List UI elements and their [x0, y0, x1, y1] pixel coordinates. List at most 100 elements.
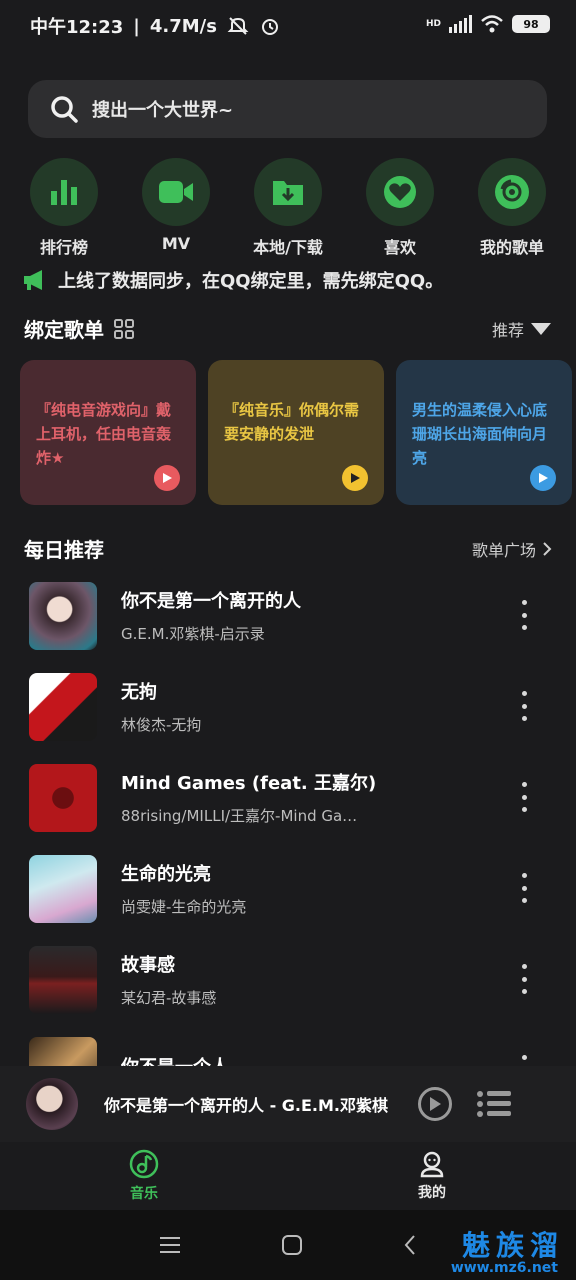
network-type: HD [425, 19, 441, 29]
album-cover [29, 854, 97, 923]
signal-icon [449, 15, 472, 33]
quick-nav-label: 排行榜 [39, 238, 88, 257]
album-cover [29, 672, 97, 741]
quick-nav-mv[interactable]: MV [126, 158, 226, 258]
more-icon[interactable] [516, 1055, 532, 1066]
watermark-url: www.mz6.net [450, 1260, 558, 1276]
play-icon [430, 1097, 441, 1111]
tab-label: 我的 [418, 1185, 446, 1201]
song-row[interactable]: 故事感某幻君-故事感 [0, 934, 576, 1025]
more-icon[interactable] [516, 782, 532, 812]
quick-nav-label: MV [161, 234, 191, 253]
song-title: Mind Games (feat. 王嘉尔) [121, 773, 377, 794]
grid-icon[interactable] [114, 318, 134, 339]
chevron-right-icon [543, 541, 552, 556]
song-artist: 林俊杰-无拘 [121, 716, 202, 734]
quick-nav-local[interactable]: 本地/下载 [238, 158, 338, 258]
user-icon [420, 1151, 444, 1178]
search-icon [51, 96, 78, 123]
bottom-tab-bar: 音乐 我的 [0, 1142, 576, 1210]
song-row[interactable]: 生命的光亮尚雯婕-生命的光亮 [0, 843, 576, 934]
heart-icon [366, 158, 434, 226]
song-row[interactable]: 你不是第一个离开的人 G.E.M.邓紫棋-启示录 [0, 570, 576, 661]
song-title: 无拘 [121, 682, 157, 703]
section-title: 绑定歌单 [24, 318, 104, 342]
play-icon[interactable] [530, 465, 556, 491]
home-icon[interactable] [281, 1234, 303, 1256]
status-divider: | [133, 15, 140, 37]
sort-label: 推荐 [491, 320, 524, 340]
mini-player[interactable]: 你不是第一个离开的人 - G.E.M.邓紫棋 [0, 1066, 576, 1142]
daily-header: 每日推荐 歌单广场 [24, 534, 552, 563]
more-icon[interactable] [516, 873, 532, 903]
back-icon[interactable] [403, 1234, 417, 1256]
play-icon[interactable] [154, 465, 180, 491]
album-cover [29, 945, 97, 1014]
song-row[interactable]: Mind Games (feat. 王嘉尔) 88rising/MILLI/王嘉尔… [0, 752, 576, 843]
album-cover [29, 1036, 97, 1066]
song-artist: 某幻君-故事感 [121, 989, 217, 1007]
tab-label: 音乐 [130, 1186, 158, 1202]
song-title: 生命的光亮 [121, 864, 211, 885]
triangle-down-icon [531, 322, 551, 335]
playlist-card[interactable]: 『纯音乐』你偶尔需要安静的发泄 [208, 360, 384, 505]
wifi-icon [481, 15, 503, 33]
more-icon[interactable] [516, 600, 532, 630]
song-artist: G.E.M.邓紫棋-启示录 [121, 625, 265, 643]
quick-nav-my-playlists[interactable]: 我的歌单 [462, 158, 562, 258]
song-artist: 88rising/MILLI/王嘉尔-Mind Ga… [121, 807, 358, 825]
album-cover [29, 581, 97, 650]
song-row[interactable]: 无拘林俊杰-无拘 [0, 661, 576, 752]
tab-mine[interactable]: 我的 [288, 1142, 576, 1210]
song-title: 故事感 [121, 955, 175, 976]
chart-icon [30, 158, 98, 226]
folder-download-icon [254, 158, 322, 226]
tab-music[interactable]: 音乐 [0, 1142, 288, 1210]
album-cover [29, 763, 97, 832]
quick-nav-label: 喜欢 [383, 238, 416, 257]
video-icon [142, 158, 210, 226]
playlist-card-title: 『纯电音游戏向』戴上耳机，任由电音轰炸★ [36, 401, 172, 467]
alarm-icon [261, 19, 278, 35]
now-playing-cover[interactable] [26, 1078, 78, 1130]
megaphone-icon [24, 270, 42, 290]
playlist-card[interactable]: 男生的温柔侵入心底 珊瑚长出海面伸向月亮 [396, 360, 572, 505]
status-bar: 中午12:23 | 4.7M/s HD 98 [0, 0, 576, 52]
playlist-card-title: 男生的温柔侵入心底 珊瑚长出海面伸向月亮 [412, 401, 548, 467]
music-note-icon [129, 1149, 159, 1179]
status-time: 中午12:23 [30, 17, 124, 38]
watermark: 魅族溜 [461, 1229, 564, 1262]
song-artist: 尚雯婕-生命的光亮 [121, 898, 247, 916]
menu-icon[interactable] [159, 1235, 181, 1255]
disc-icon [478, 158, 546, 226]
quick-nav-favorites[interactable]: 喜欢 [350, 158, 450, 258]
more-icon[interactable] [516, 964, 532, 994]
song-title: 你不是第一个离开的人 [121, 591, 301, 612]
mute-icon [227, 17, 249, 35]
play-icon[interactable] [342, 465, 368, 491]
song-title: 你不是一个人 [121, 1053, 481, 1067]
notice-banner[interactable]: 上线了数据同步，在QQ绑定里，需先绑定QQ。 [22, 266, 552, 300]
quick-nav-charts[interactable]: 排行榜 [14, 158, 114, 258]
playlist-carousel[interactable]: 『纯电音游戏向』戴上耳机，任由电音轰炸★ 『纯音乐』你偶尔需要安静的发泄 男生的… [20, 360, 576, 506]
section-title: 每日推荐 [24, 538, 104, 562]
sort-dropdown[interactable]: 推荐 [492, 317, 552, 341]
playlist-card[interactable]: 『纯电音游戏向』戴上耳机，任由电音轰炸★ [20, 360, 196, 505]
more-icon[interactable] [516, 691, 532, 721]
playlist-square-link[interactable]: 歌单广场 [472, 537, 552, 561]
quick-nav: 排行榜 MV 本地/下载 喜欢 我的歌单 [0, 158, 576, 258]
song-list[interactable]: 你不是第一个离开的人 G.E.M.邓紫棋-启示录 无拘林俊杰-无拘 Mind Ga… [0, 570, 576, 1066]
song-row[interactable]: 你不是一个人 [0, 1025, 576, 1066]
search-bar[interactable]: 搜出一个大世界~ [28, 80, 547, 138]
search-placeholder: 搜出一个大世界~ [92, 100, 234, 121]
playlist-square-label: 歌单广场 [471, 540, 536, 560]
playlist-icon[interactable] [476, 1089, 512, 1119]
notice-text: 上线了数据同步，在QQ绑定里，需先绑定QQ。 [58, 271, 444, 292]
now-playing-title: 你不是第一个离开的人 - G.E.M.邓紫棋 [104, 1096, 389, 1115]
battery-icon: 98 [512, 15, 550, 33]
play-button[interactable] [418, 1087, 452, 1121]
status-speed: 4.7M/s [149, 15, 217, 37]
playlist-card-title: 『纯音乐』你偶尔需要安静的发泄 [224, 401, 360, 443]
quick-nav-label: 本地/下载 [253, 238, 323, 257]
bound-playlists-header: 绑定歌单 推荐 [24, 314, 552, 343]
